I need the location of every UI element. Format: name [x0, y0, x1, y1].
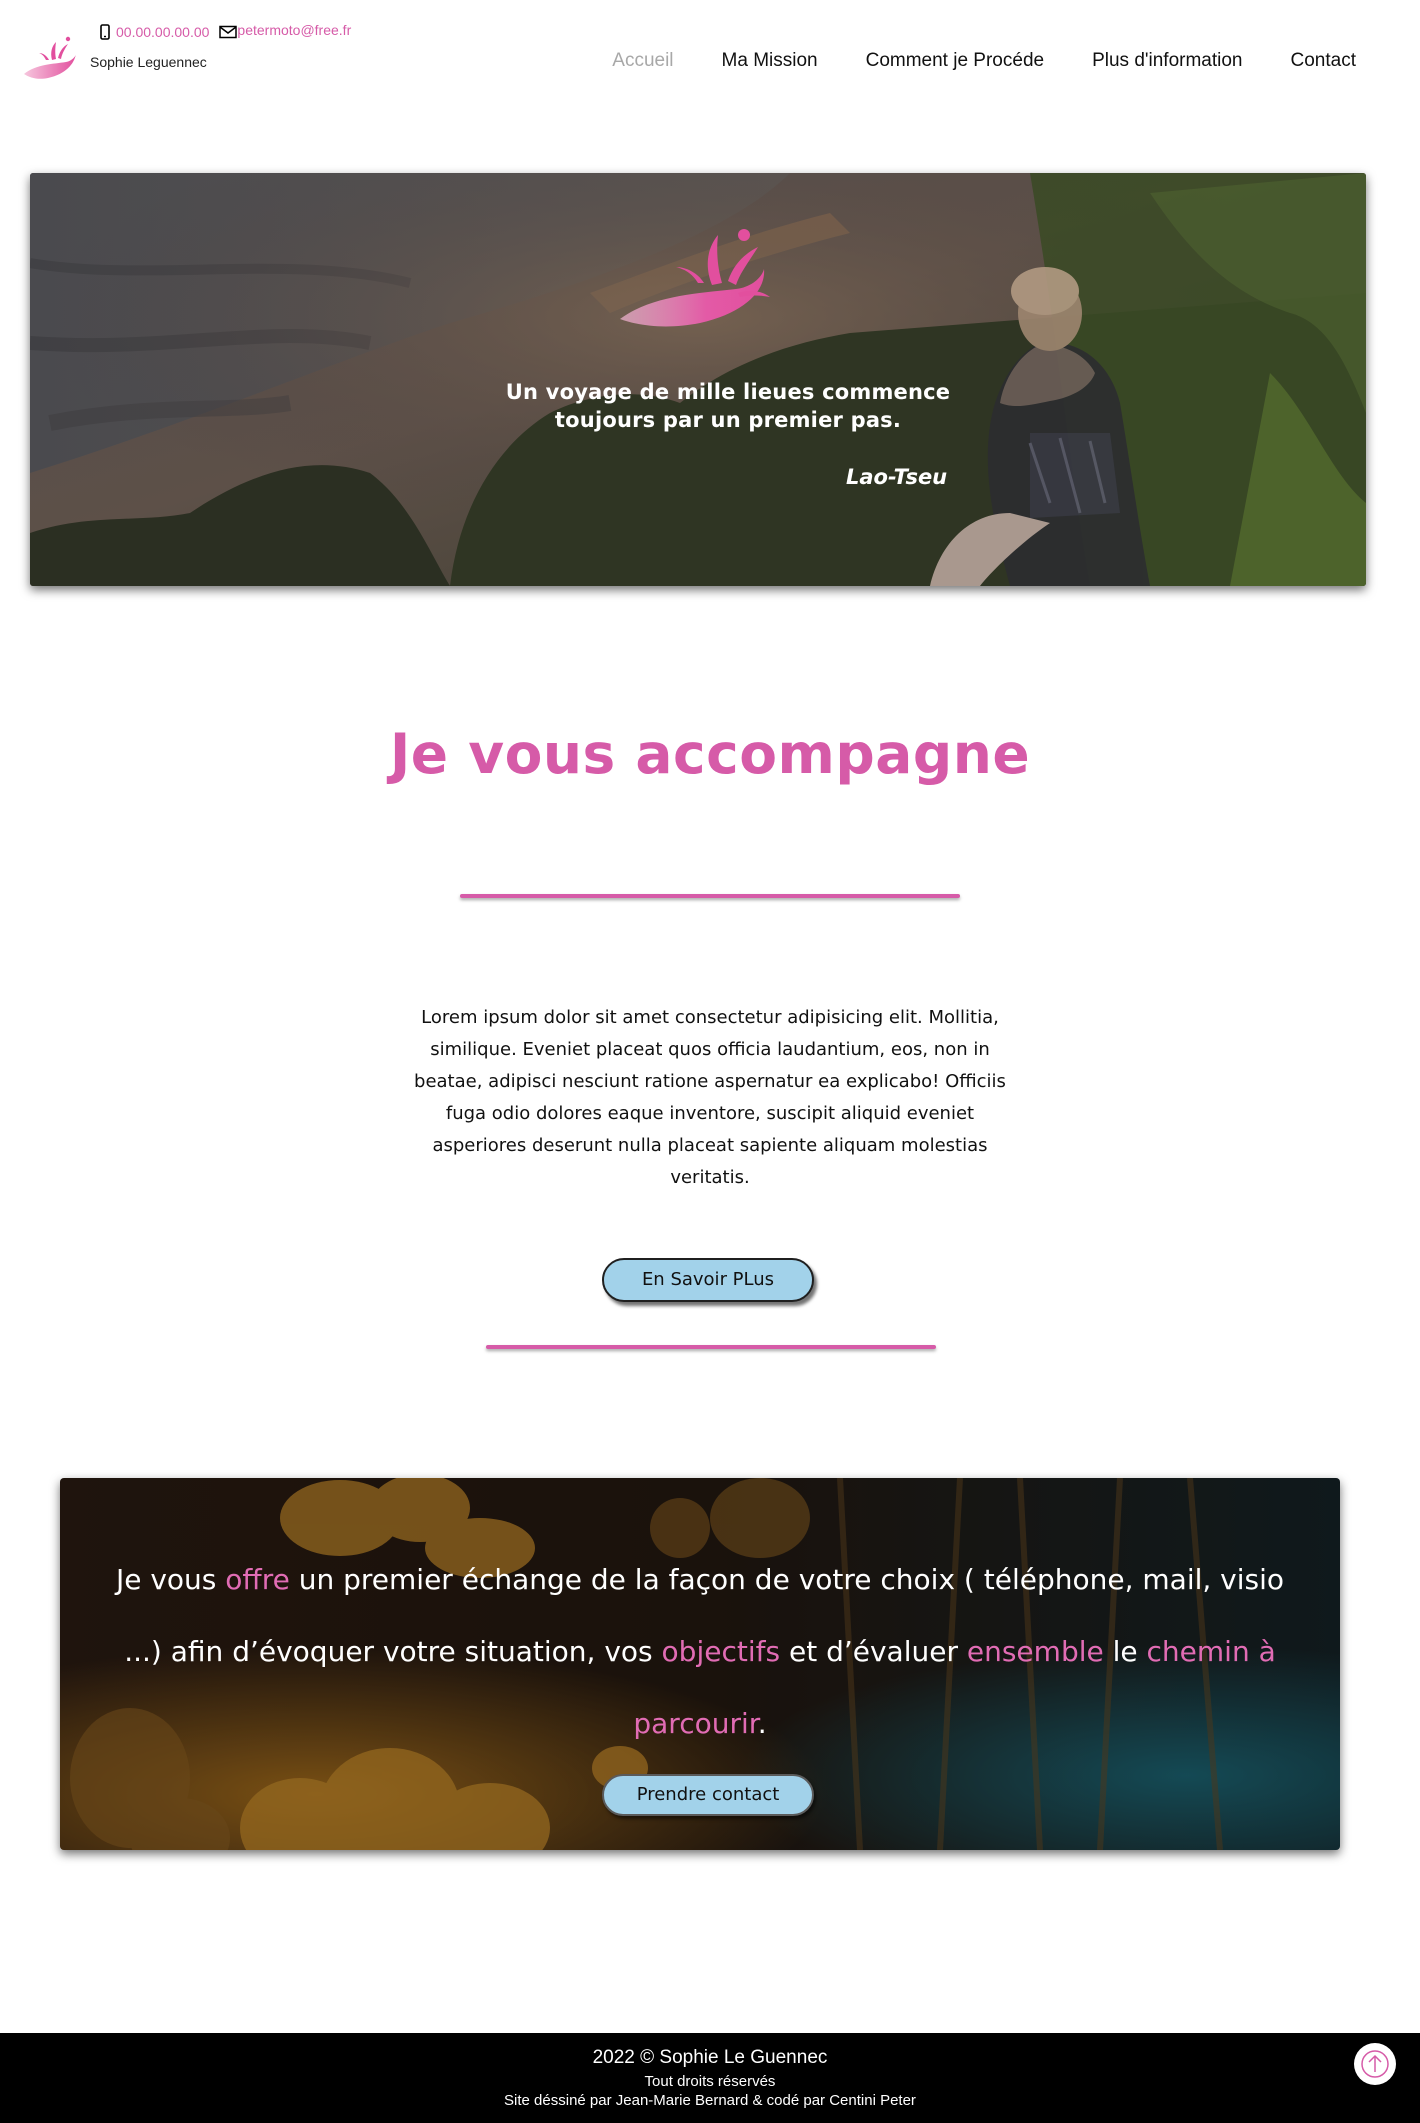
main-nav: Accueil Ma Mission Comment je Procéde Pl…	[612, 50, 1356, 72]
site-footer: 2022 © Sophie Le Guennec Tout droits rés…	[0, 2033, 1420, 2123]
contact-bar: 00.00.00.00.00 petermoto@free.fr	[100, 22, 351, 40]
offer-text-part: et d’évaluer	[780, 1635, 967, 1668]
footer-credits: Site déssiné par Jean-Marie Bernard & co…	[504, 2092, 916, 2109]
nav-item-accueil[interactable]: Accueil	[612, 50, 673, 72]
offer-text-part: le	[1103, 1635, 1147, 1668]
hero-banner: Un voyage de mille lieues commence toujo…	[30, 173, 1366, 586]
offer-text-part: Je vous	[115, 1563, 226, 1596]
nav-item-comment-je-procede[interactable]: Comment je Procéde	[866, 50, 1044, 72]
section-divider	[486, 1345, 936, 1349]
en-savoir-plus-button[interactable]: En Savoir PLus	[602, 1258, 814, 1302]
hero-logo-icon	[620, 229, 770, 327]
scroll-to-top-button[interactable]	[1354, 2043, 1396, 2085]
footer-copyright: 2022 © Sophie Le Guennec	[592, 2047, 828, 2068]
arrow-up-icon	[1361, 2050, 1389, 2078]
site-header: 00.00.00.00.00 petermoto@free.fr Sophie …	[0, 0, 1420, 120]
phone-icon	[100, 24, 110, 40]
nav-item-contact[interactable]: Contact	[1291, 50, 1356, 72]
hero-quote-author: Lao-Tseu	[846, 465, 948, 489]
prendre-contact-button[interactable]: Prendre contact	[602, 1774, 814, 1816]
offer-highlight-offre: offre	[225, 1563, 290, 1596]
nav-item-plus-information[interactable]: Plus d'information	[1092, 50, 1242, 72]
nav-item-ma-mission[interactable]: Ma Mission	[722, 50, 818, 72]
footer-rights: Tout droits réservés	[644, 2073, 776, 2090]
title-divider	[460, 894, 960, 898]
offer-text-part: .	[757, 1707, 767, 1740]
offer-highlight-objectifs: objectifs	[661, 1635, 781, 1668]
mail-icon	[219, 25, 238, 39]
section-title: Je vous accompagne	[389, 722, 1031, 786]
hero-quote: Un voyage de mille lieues commence toujo…	[460, 378, 996, 434]
offer-highlight-ensemble: ensemble	[966, 1635, 1104, 1668]
email-link[interactable]: petermoto@free.fr	[237, 22, 351, 38]
brand-name[interactable]: Sophie Leguennec	[90, 54, 207, 70]
intro-text: Lorem ipsum dolor sit amet consectetur a…	[414, 1007, 1006, 1188]
offer-text: Je vous offre un premier échange de la f…	[110, 1544, 1290, 1760]
hero-quote-line-2: toujours par un premier pas.	[554, 408, 902, 432]
phone-link[interactable]: 00.00.00.00.00	[116, 24, 209, 40]
hero-quote-line-1: Un voyage de mille lieues commence	[505, 380, 951, 404]
logo-hand-splash-icon[interactable]	[22, 34, 80, 84]
